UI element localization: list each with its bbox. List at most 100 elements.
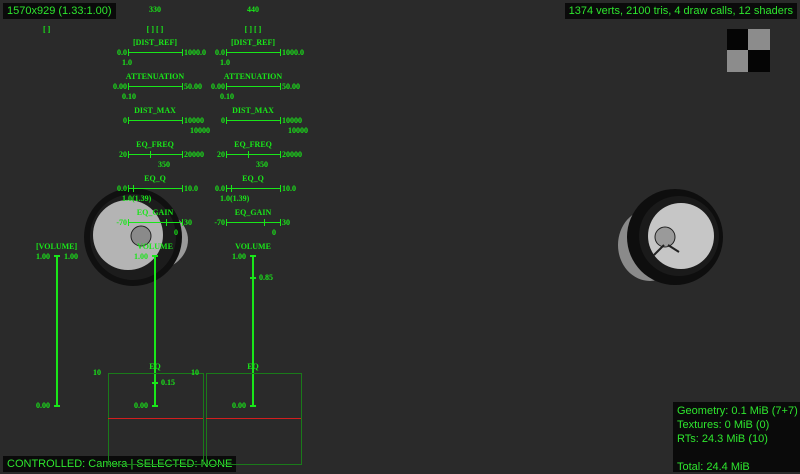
eq-graph-box[interactable] [108,373,204,465]
param-slider-handle[interactable] [231,185,232,192]
param-value: 0 [174,228,178,237]
param-slider-start [226,117,227,124]
volume-max: 1.00 [232,252,246,261]
param-min: 0.0 [215,48,225,57]
param-slider-handle[interactable] [150,151,151,158]
param-slider-track[interactable] [128,188,182,189]
param-max: 10.0 [184,184,198,193]
param-value: 1.0 [220,58,230,67]
param-label: DIST_MAX [232,106,274,115]
param-slider-handle[interactable] [248,151,249,158]
param-slider-start [128,185,129,192]
param-slider-handle[interactable] [166,219,167,226]
param-slider-end [280,83,281,90]
param-min: 0.00 [113,82,127,91]
eq-scale-left: 10 [93,368,101,377]
param-max: 30 [184,218,192,227]
param-slider-handle[interactable] [226,49,227,56]
memory-panel: Geometry: 0.1 MiB (7+7) Textures: 0 MiB … [673,402,800,473]
master-volume-max: 1.00 [36,252,50,261]
master-volume-slider-base [54,405,60,407]
param-slider-start [128,219,129,226]
param-value: 0.10 [220,92,234,101]
param-max: 1000.0 [282,48,304,57]
param-slider-track[interactable] [226,188,280,189]
param-slider-end [182,49,183,56]
param-slider-end [280,49,281,56]
resolution-readout: 1570x929 (1.33:1.00) [3,3,116,19]
source-id: 440 [247,5,259,14]
param-label: ATTENUATION [125,72,185,81]
speaker-model-right[interactable] [618,189,723,285]
param-min: -70 [116,218,127,227]
param-max: 10.0 [282,184,296,193]
param-value: 10000 [288,126,308,135]
param-min: -70 [214,218,225,227]
master-volume-slider-track[interactable] [56,256,58,406]
param-slider-handle[interactable] [226,83,227,90]
memory-geometry: Geometry: 0.1 MiB (7+7) [677,405,798,417]
memory-total: Total: 24.4 MiB [677,461,750,473]
param-slider-end [280,151,281,158]
eq-label: EQ [149,362,161,371]
volume-slider-top [250,255,256,257]
param-slider-end [182,83,183,90]
texture-preview [727,29,770,72]
param-max: 50.00 [184,82,202,91]
eq-graph-box[interactable] [206,373,302,465]
param-slider-end [280,185,281,192]
param-label: EQ_FREQ [234,140,272,149]
param-slider-track[interactable] [226,154,280,155]
param-slider-track[interactable] [128,52,182,53]
volume-label: VOLUME [137,242,173,251]
param-label: EQ_Q [242,174,264,183]
memory-textures: Textures: 0 MiB (0) [677,419,770,431]
source-toggles[interactable]: [ ] [ ] [147,25,164,34]
param-label: EQ_GAIN [136,208,174,217]
param-slider-handle[interactable] [133,185,134,192]
param-slider-track[interactable] [226,222,280,223]
param-slider-start [226,219,227,226]
master-volume-min: 0.00 [36,401,50,410]
param-value: 350 [158,160,170,169]
master-volume-value: 1.00 [64,252,78,261]
param-max: 10000 [282,116,302,125]
param-min: 20 [119,150,127,159]
master-volume-label: [VOLUME] [36,242,78,251]
param-value: 0 [272,228,276,237]
param-min: 0.0 [117,184,127,193]
param-max: 20000 [184,150,204,159]
param-min: 0.0 [215,184,225,193]
param-slider-track[interactable] [128,86,182,87]
param-min: 20 [217,150,225,159]
param-slider-handle[interactable] [182,117,183,124]
param-value: 0.10 [122,92,136,101]
param-min: 0 [123,116,127,125]
memory-rts: RTs: 24.3 MiB (10) [677,433,768,445]
eq-label: EQ [247,362,259,371]
param-slider-handle[interactable] [128,83,129,90]
param-label: EQ_Q [144,174,166,183]
source-toggles[interactable]: [ ] [ ] [245,25,262,34]
param-slider-start [226,151,227,158]
param-slider-handle[interactable] [264,219,265,226]
param-slider-end [182,151,183,158]
master-toggle[interactable]: [ ] [43,25,50,34]
volume-label: VOLUME [235,242,271,251]
volume-slider-handle[interactable] [250,277,256,279]
volume-current: 0.85 [259,273,273,282]
param-slider-start [128,151,129,158]
param-min: 0.0 [117,48,127,57]
param-slider-track[interactable] [226,52,280,53]
param-slider-track[interactable] [128,120,182,121]
param-slider-track[interactable] [128,154,182,155]
eq-response-line [206,418,301,419]
param-max: 1000.0 [184,48,206,57]
param-slider-handle[interactable] [128,49,129,56]
volume-max: 1.00 [134,252,148,261]
param-slider-track[interactable] [226,86,280,87]
master-volume-slider-handle[interactable] [54,255,60,257]
param-slider-track[interactable] [226,120,280,121]
param-slider-track[interactable] [128,222,182,223]
param-slider-handle[interactable] [280,117,281,124]
